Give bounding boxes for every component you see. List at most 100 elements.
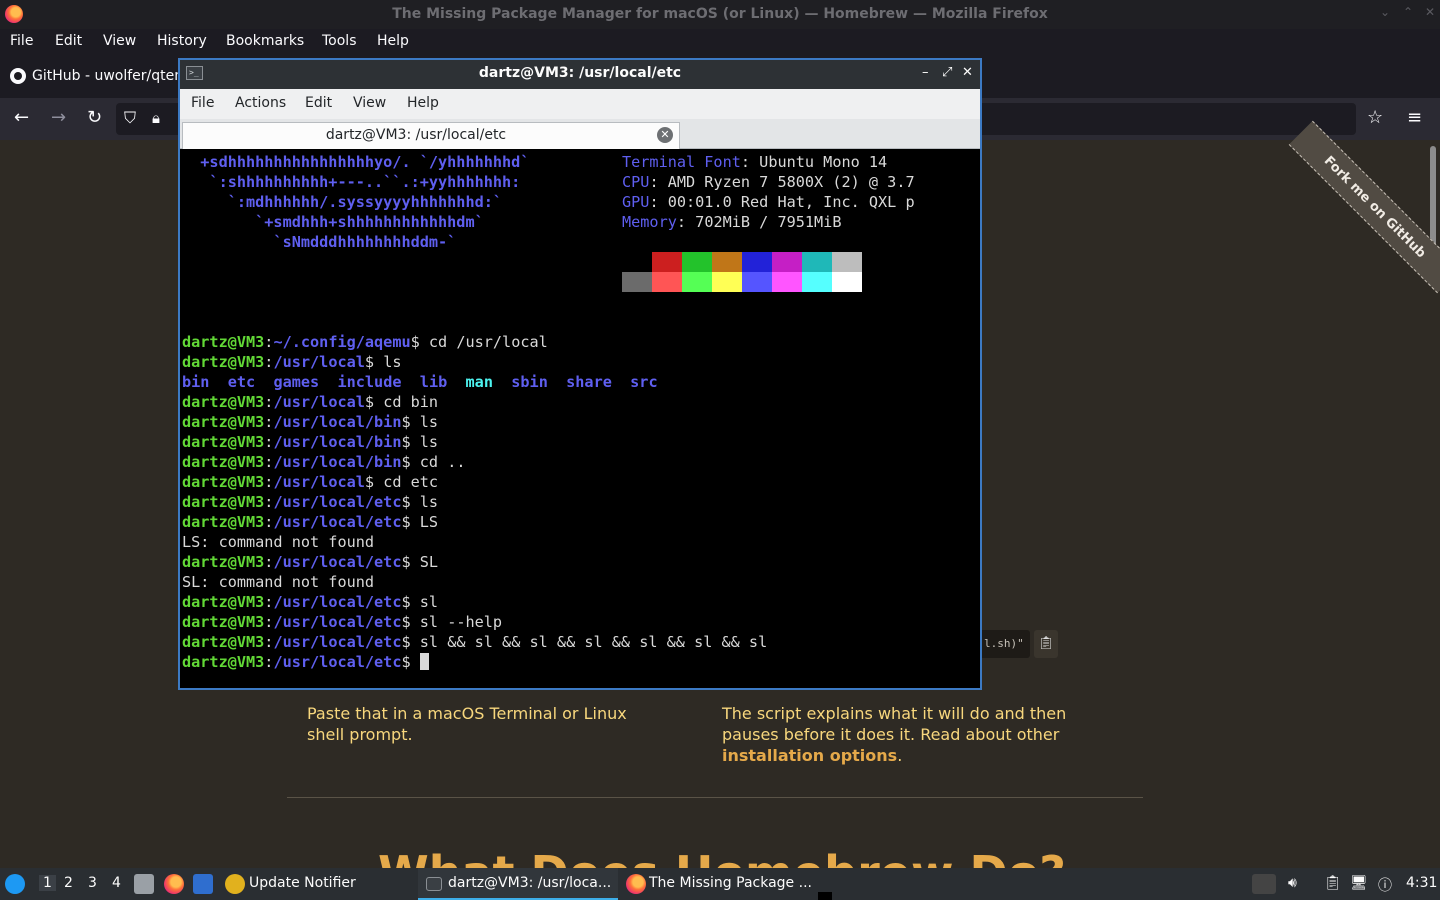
clipboard-icon[interactable]: 📋︎ bbox=[1324, 875, 1342, 891]
prompt-symbol: $ bbox=[364, 353, 384, 371]
terminal-output-line: SL: command not found bbox=[182, 573, 375, 591]
terminal-tab[interactable]: dartz@VM3: /usr/local/etc ✕ bbox=[182, 122, 680, 149]
prompt-user-host: dartz@VM3 bbox=[182, 553, 265, 571]
ls-directory: sbin bbox=[511, 373, 548, 391]
palette-swatch bbox=[652, 272, 682, 292]
tab-github[interactable]: GitHub - uwolfer/qtem bbox=[0, 59, 200, 95]
terminal-prompt-line: dartz@VM3:/usr/local/etc$ LS bbox=[182, 512, 438, 532]
prompt-command: sl bbox=[419, 593, 439, 611]
prompt-path: /usr/local/etc bbox=[273, 653, 402, 671]
ascii-art-line: `:shhhhhhhhhh+---..``.:+yyhhhhhhh: bbox=[182, 173, 521, 191]
ls-directory: include bbox=[337, 373, 402, 391]
minimize-icon[interactable]: – bbox=[922, 65, 929, 80]
close-tab-icon[interactable]: ✕ bbox=[657, 127, 673, 143]
terminal-screen[interactable]: +sdhhhhhhhhhhhhhhhhyo/. `/yhhhhhhhd` `:s… bbox=[182, 152, 978, 688]
ls-directory: share bbox=[566, 373, 612, 391]
prompt-path: /usr/local/etc bbox=[273, 493, 402, 511]
paste-instructions: Paste that in a macOS Terminal or Linux … bbox=[307, 704, 627, 744]
neofetch-line: Memory: 702MiB / 7951MiB bbox=[622, 212, 841, 232]
prompt-path: /usr/local/bin bbox=[273, 433, 402, 451]
task-update-notifier[interactable]: Update Notifier bbox=[249, 875, 356, 891]
desktop-4[interactable]: 4 bbox=[112, 875, 121, 891]
prompt-path: /usr/local bbox=[273, 353, 365, 371]
hamburger-menu-icon[interactable]: ≡ bbox=[1407, 106, 1422, 130]
neofetch-sep: : bbox=[676, 213, 696, 231]
terminal-output-line: LS: command not found bbox=[182, 533, 375, 551]
back-icon[interactable]: ← bbox=[14, 106, 29, 130]
ls-directory: etc bbox=[227, 373, 256, 391]
prompt-path: /usr/local/bin bbox=[273, 413, 402, 431]
shield-icon[interactable]: ⛉ bbox=[124, 106, 136, 130]
lock-icon[interactable]: 🔒︎ bbox=[152, 106, 160, 130]
menu-edit[interactable]: Edit bbox=[55, 33, 82, 49]
prompt-path: /usr/local/etc bbox=[273, 593, 402, 611]
terminal-prompt-line: dartz@VM3:/usr/local/etc$ sl --help bbox=[182, 612, 502, 632]
palette-swatch bbox=[802, 272, 832, 292]
network-icon[interactable]: 🖥︎ bbox=[1350, 875, 1368, 891]
prompt-symbol: $ bbox=[401, 493, 420, 511]
desktop-2[interactable]: 2 bbox=[64, 875, 73, 891]
firefox-launcher-icon[interactable] bbox=[164, 874, 184, 894]
desktop-show-icon[interactable] bbox=[193, 874, 213, 894]
installation-options-link[interactable]: installation options bbox=[722, 746, 897, 765]
terminal-prompt-line: dartz@VM3:/usr/local$ ls bbox=[182, 352, 401, 372]
terminal-titlebar[interactable]: >_ dartz@VM3: /usr/local/etc – ⤢ ✕ bbox=[180, 60, 980, 89]
palette-swatch bbox=[832, 252, 862, 272]
palette-swatch bbox=[772, 252, 802, 272]
close-icon[interactable]: ✕ bbox=[962, 65, 973, 80]
menu-actions[interactable]: Actions bbox=[235, 95, 286, 111]
prompt-symbol: $ bbox=[364, 393, 384, 411]
app-launcher-icon[interactable] bbox=[5, 874, 25, 894]
minimize-icon[interactable]: ⌄ bbox=[1380, 5, 1390, 19]
menu-history[interactable]: History bbox=[157, 33, 207, 49]
volume-icon[interactable]: 🔊︎ bbox=[1288, 875, 1297, 891]
terminal-prompt-line: dartz@VM3:/usr/local/etc$ sl bbox=[182, 592, 438, 612]
prompt-command: ls bbox=[383, 353, 402, 371]
prompt-symbol: $ bbox=[401, 453, 420, 471]
prompt-user-host: dartz@VM3 bbox=[182, 333, 265, 351]
menu-file[interactable]: File bbox=[10, 33, 33, 49]
close-icon[interactable]: ✕ bbox=[1425, 5, 1435, 19]
task-terminal[interactable]: dartz@VM3: /usr/loca... bbox=[418, 868, 618, 900]
prompt-symbol: $ bbox=[401, 553, 420, 571]
battery-icon[interactable] bbox=[1252, 874, 1276, 894]
menu-help[interactable]: Help bbox=[377, 33, 409, 49]
prompt-command: sl && sl && sl && sl && sl && sl && sl bbox=[419, 633, 768, 651]
prompt-user-host: dartz@VM3 bbox=[182, 353, 265, 371]
ls-directory: bin bbox=[182, 373, 210, 391]
ascii-art-line: +sdhhhhhhhhhhhhhhhhyo/. `/yhhhhhhhd` bbox=[182, 153, 530, 171]
task-firefox[interactable]: The Missing Package ... bbox=[649, 875, 812, 891]
prompt-user-host: dartz@VM3 bbox=[182, 653, 265, 671]
updates-icon[interactable]: ⓘ bbox=[1378, 875, 1392, 895]
ls-directory: lib bbox=[419, 373, 448, 391]
bookmark-star-icon[interactable]: ☆ bbox=[1367, 106, 1383, 130]
neofetch-value: Ubuntu Mono 14 bbox=[759, 153, 888, 171]
palette-swatch bbox=[802, 252, 832, 272]
copy-clipboard-button[interactable]: 📋︎ bbox=[1034, 630, 1058, 658]
menu-help[interactable]: Help bbox=[407, 95, 439, 111]
prompt-user-host: dartz@VM3 bbox=[182, 593, 265, 611]
menu-edit[interactable]: Edit bbox=[305, 95, 332, 111]
reload-icon[interactable]: ↻ bbox=[87, 106, 102, 130]
maximize-icon[interactable]: ⤢ bbox=[942, 65, 952, 80]
terminal-prompt-line: dartz@VM3:/usr/local/etc$ SL bbox=[182, 552, 438, 572]
menu-file[interactable]: File bbox=[191, 95, 214, 111]
prompt-user-host: dartz@VM3 bbox=[182, 633, 265, 651]
prompt-symbol: $ bbox=[401, 593, 420, 611]
menu-bookmarks[interactable]: Bookmarks bbox=[226, 33, 304, 49]
prompt-user-host: dartz@VM3 bbox=[182, 413, 265, 431]
prompt-symbol: $ bbox=[401, 633, 420, 651]
menu-tools[interactable]: Tools bbox=[322, 33, 357, 49]
maximize-icon[interactable]: ⌃ bbox=[1403, 5, 1413, 19]
firefox-menubar: File Edit View History Bookmarks Tools H… bbox=[0, 29, 1440, 55]
prompt-path: /usr/local/etc bbox=[273, 633, 402, 651]
prompt-path: /usr/local/etc bbox=[273, 513, 402, 531]
prompt-command: sl --help bbox=[419, 613, 503, 631]
menu-view[interactable]: View bbox=[353, 95, 386, 111]
terminal-window[interactable]: >_ dartz@VM3: /usr/local/etc – ⤢ ✕ File … bbox=[178, 58, 982, 690]
desktop-3[interactable]: 3 bbox=[88, 875, 97, 891]
file-manager-icon[interactable] bbox=[134, 874, 154, 894]
menu-view[interactable]: View bbox=[103, 33, 136, 49]
forward-icon[interactable]: → bbox=[51, 106, 66, 130]
desktop-1[interactable]: 1 bbox=[39, 875, 56, 891]
